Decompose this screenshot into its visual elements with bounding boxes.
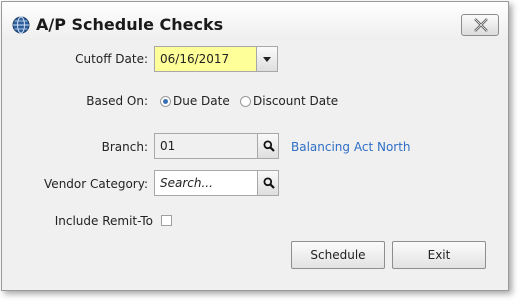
cutoff-date-value: 06/16/2017 [160,52,230,66]
branch-value: 01 [160,139,176,153]
vendor-category-search-button[interactable] [257,170,279,196]
branch-name-link[interactable]: Balancing Act North [291,140,411,154]
based-on-label: Based On: [86,94,148,108]
close-icon [474,18,488,32]
schedule-checks-dialog: A/P Schedule Checks Cutoff Date: 06/16/2… [1,1,509,291]
vendor-category-placeholder: Search... [160,176,213,190]
vendor-category-input[interactable]: Search... [154,170,258,196]
branch-label: Branch: [101,140,148,154]
due-date-radio[interactable] [160,96,171,107]
cutoff-date-dropdown-button[interactable] [256,46,278,72]
search-icon [263,140,275,152]
cutoff-date-label: Cutoff Date: [75,52,148,66]
discount-date-radio[interactable] [240,96,251,107]
globe-icon [12,16,30,34]
branch-field[interactable]: 01 [154,133,258,159]
due-date-radio-label[interactable]: Due Date [173,94,230,108]
include-remit-to-label: Include Remit-To [54,214,153,228]
branch-search-button[interactable] [257,133,279,159]
vendor-category-label: Vendor Category: [44,177,148,191]
window-title: A/P Schedule Checks [36,15,224,34]
chevron-down-icon [263,57,271,62]
schedule-button[interactable]: Schedule [291,241,385,269]
cutoff-date-field[interactable]: 06/16/2017 [154,46,278,72]
close-button[interactable] [461,14,499,36]
search-icon [263,177,275,189]
title-bar: A/P Schedule Checks [2,2,508,40]
include-remit-to-checkbox[interactable] [161,215,172,226]
discount-date-radio-label[interactable]: Discount Date [253,94,338,108]
exit-button[interactable]: Exit [392,241,486,269]
